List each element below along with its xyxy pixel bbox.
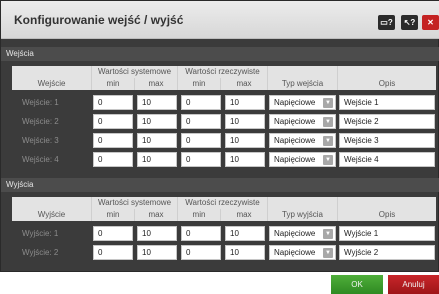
- inputs-col-type: Typ wejścia: [268, 78, 338, 90]
- real-min-input[interactable]: 0: [181, 114, 221, 129]
- inputs-real-values-header: Wartości rzeczywiste: [178, 66, 268, 78]
- real-min-input[interactable]: 0: [181, 226, 221, 241]
- io-config-dialog: Konfigurowanie wejść / wyjść ▭? ↖? ✕ Wej…: [0, 0, 439, 272]
- inputs-col-sys-min: min: [92, 78, 135, 90]
- cancel-button[interactable]: Anuluj: [388, 275, 439, 294]
- dialog-title: Konfigurowanie wejść / wyjść: [14, 13, 184, 27]
- chevron-down-icon: ▼: [323, 98, 333, 108]
- type-select[interactable]: Napięciowe ▼: [269, 245, 336, 260]
- help-cursor-icon[interactable]: ↖?: [401, 15, 418, 30]
- inputs-section-title: Wejścia: [1, 47, 439, 61]
- real-min-input[interactable]: 0: [181, 133, 221, 148]
- description-input[interactable]: Wejście 1: [339, 95, 435, 110]
- description-input[interactable]: Wejście 2: [339, 114, 435, 129]
- sys-min-input[interactable]: 0: [93, 95, 133, 110]
- real-max-input[interactable]: 10: [225, 133, 265, 148]
- sys-min-input[interactable]: 0: [93, 114, 133, 129]
- chevron-down-icon: ▼: [323, 248, 333, 258]
- outputs-col-sys-max: max: [135, 209, 178, 221]
- real-max-input[interactable]: 10: [225, 95, 265, 110]
- sys-min-input[interactable]: 0: [93, 152, 133, 167]
- outputs-system-values-header: Wartości systemowe: [92, 197, 178, 209]
- ok-button[interactable]: OK: [331, 275, 383, 294]
- row-label: Wyjście: 1: [22, 229, 59, 238]
- sys-min-input[interactable]: 0: [93, 245, 133, 260]
- real-max-input[interactable]: 10: [225, 114, 265, 129]
- type-select-value: Napięciowe: [274, 136, 316, 145]
- type-select-value: Napięciowe: [274, 229, 316, 238]
- real-min-input[interactable]: 0: [181, 245, 221, 260]
- real-max-input[interactable]: 10: [225, 226, 265, 241]
- type-select[interactable]: Napięciowe ▼: [269, 95, 336, 110]
- outputs-col-type: Typ wyjścia: [268, 209, 338, 221]
- sys-max-input[interactable]: 10: [137, 95, 177, 110]
- real-min-input[interactable]: 0: [181, 152, 221, 167]
- description-input[interactable]: Wyjście 2: [339, 245, 435, 260]
- chevron-down-icon: ▼: [323, 229, 333, 239]
- row-label: Wejście: 3: [22, 136, 59, 145]
- row-label: Wejście: 4: [22, 155, 59, 164]
- window-icon[interactable]: ▭?: [378, 15, 395, 30]
- inputs-system-values-header: Wartości systemowe: [92, 66, 178, 78]
- outputs-col-sys-min: min: [92, 209, 135, 221]
- outputs-real-values-header: Wartości rzeczywiste: [178, 197, 268, 209]
- type-select-value: Napięciowe: [274, 248, 316, 257]
- sys-max-input[interactable]: 10: [137, 226, 177, 241]
- inputs-col-real-max: max: [221, 78, 268, 90]
- close-icon[interactable]: ✕: [422, 15, 439, 30]
- chevron-down-icon: ▼: [323, 155, 333, 165]
- row-label: Wejście: 2: [22, 117, 59, 126]
- outputs-header-row: Wyjście min max min max Typ wyjścia Opis: [12, 209, 436, 221]
- outputs-col-real-min: min: [178, 209, 221, 221]
- inputs-col-real-min: min: [178, 78, 221, 90]
- sys-min-input[interactable]: 0: [93, 226, 133, 241]
- chevron-down-icon: ▼: [323, 136, 333, 146]
- description-input[interactable]: Wejście 3: [339, 133, 435, 148]
- type-select-value: Napięciowe: [274, 98, 316, 107]
- row-label: Wyjście: 2: [22, 248, 59, 257]
- sys-max-input[interactable]: 10: [137, 245, 177, 260]
- sys-max-input[interactable]: 10: [137, 114, 177, 129]
- real-max-input[interactable]: 10: [225, 245, 265, 260]
- chevron-down-icon: ▼: [323, 117, 333, 127]
- sys-max-input[interactable]: 10: [137, 152, 177, 167]
- inputs-col-sys-max: max: [135, 78, 178, 90]
- outputs-col-name: Wyjście: [12, 209, 92, 221]
- inputs-header-row: Wejście min max min max Typ wejścia Opis: [12, 78, 436, 90]
- real-max-input[interactable]: 10: [225, 152, 265, 167]
- outputs-section-title: Wyjścia: [1, 178, 439, 192]
- inputs-col-description: Opis: [378, 79, 396, 88]
- outputs-header-group-row: Wartości systemowe Wartości rzeczywiste: [12, 197, 436, 209]
- type-select[interactable]: Napięciowe ▼: [269, 152, 336, 167]
- type-select[interactable]: Napięciowe ▼: [269, 114, 336, 129]
- outputs-col-real-max: max: [221, 209, 268, 221]
- outputs-col-description: Opis: [378, 210, 396, 219]
- sys-min-input[interactable]: 0: [93, 133, 133, 148]
- row-label: Wejście: 1: [22, 98, 59, 107]
- description-input[interactable]: Wejście 4: [339, 152, 435, 167]
- type-select-value: Napięciowe: [274, 117, 316, 126]
- real-min-input[interactable]: 0: [181, 95, 221, 110]
- type-select[interactable]: Napięciowe ▼: [269, 133, 336, 148]
- inputs-header-group-row: Wartości systemowe Wartości rzeczywiste: [12, 66, 436, 78]
- dialog-titlebar: Konfigurowanie wejść / wyjść ▭? ↖? ✕: [1, 1, 439, 39]
- type-select-value: Napięciowe: [274, 155, 316, 164]
- sys-max-input[interactable]: 10: [137, 133, 177, 148]
- type-select[interactable]: Napięciowe ▼: [269, 226, 336, 241]
- description-input[interactable]: Wyjście 1: [339, 226, 435, 241]
- inputs-col-name: Wejście: [12, 78, 92, 90]
